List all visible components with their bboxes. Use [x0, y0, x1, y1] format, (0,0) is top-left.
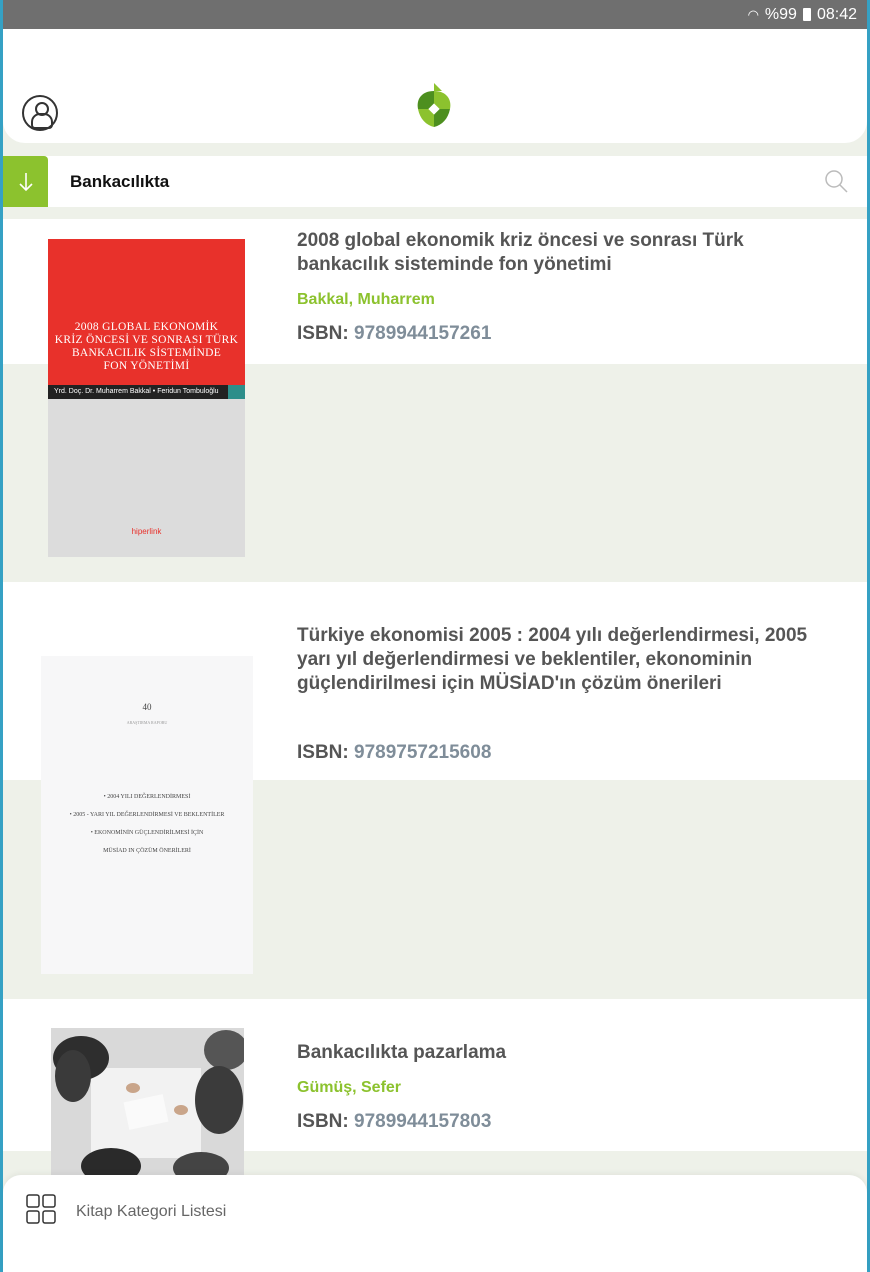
wifi-icon: ◠	[747, 6, 759, 22]
arrow-down-icon	[18, 172, 33, 191]
book-isbn: ISBN: 9789944157261	[297, 323, 492, 344]
grid-icon[interactable]	[25, 1193, 57, 1225]
search-icon[interactable]	[823, 168, 849, 194]
book-author[interactable]: Gümüş, Sefer	[297, 1079, 837, 1097]
battery-percent: %99	[764, 5, 797, 23]
book-isbn: ISBN: 9789757215608	[297, 742, 492, 763]
app-header	[3, 29, 867, 143]
book-title[interactable]: 2008 global ekonomik kriz öncesi ve sonr…	[297, 229, 837, 277]
battery-icon	[802, 8, 811, 21]
business-meeting-photo	[51, 1028, 244, 1175]
category-toggle-button[interactable]	[3, 156, 48, 207]
book-title[interactable]: Türkiye ekonomisi 2005 : 2004 yılı değer…	[297, 624, 837, 696]
category-bar: Bankacılıkta	[3, 156, 867, 207]
app-logo-icon[interactable]	[412, 81, 456, 131]
book-author[interactable]: Bakkal, Muharrem	[297, 291, 837, 309]
book-list-item[interactable]: Bankacılıkta pazarlama Gümüş, Sefer ISBN…	[3, 999, 867, 1175]
book-cover: 40 ARAŞTIRMA RAPORU • 2004 YILI DEĞERLEN…	[41, 656, 253, 974]
category-list-link[interactable]: Kitap Kategori Listesi	[76, 1203, 226, 1221]
status-bar: ◠ %99 08:42	[3, 0, 867, 29]
category-title: Bankacılıkta	[70, 172, 170, 191]
user-avatar-icon[interactable]	[22, 95, 58, 131]
book-title[interactable]: Bankacılıkta pazarlama	[297, 1041, 837, 1065]
clock: 08:42	[816, 5, 857, 23]
book-list-item[interactable]: 2008 GLOBAL EKONOMİK KRİZ ÖNCESİ VE SONR…	[3, 219, 867, 582]
book-cover	[51, 1028, 244, 1175]
book-isbn: ISBN: 9789944157803	[297, 1111, 492, 1132]
bottom-nav[interactable]: Kitap Kategori Listesi	[3, 1175, 867, 1272]
book-cover: 2008 GLOBAL EKONOMİK KRİZ ÖNCESİ VE SONR…	[48, 239, 245, 557]
book-list-item[interactable]: 40 ARAŞTIRMA RAPORU • 2004 YILI DEĞERLEN…	[3, 582, 867, 999]
